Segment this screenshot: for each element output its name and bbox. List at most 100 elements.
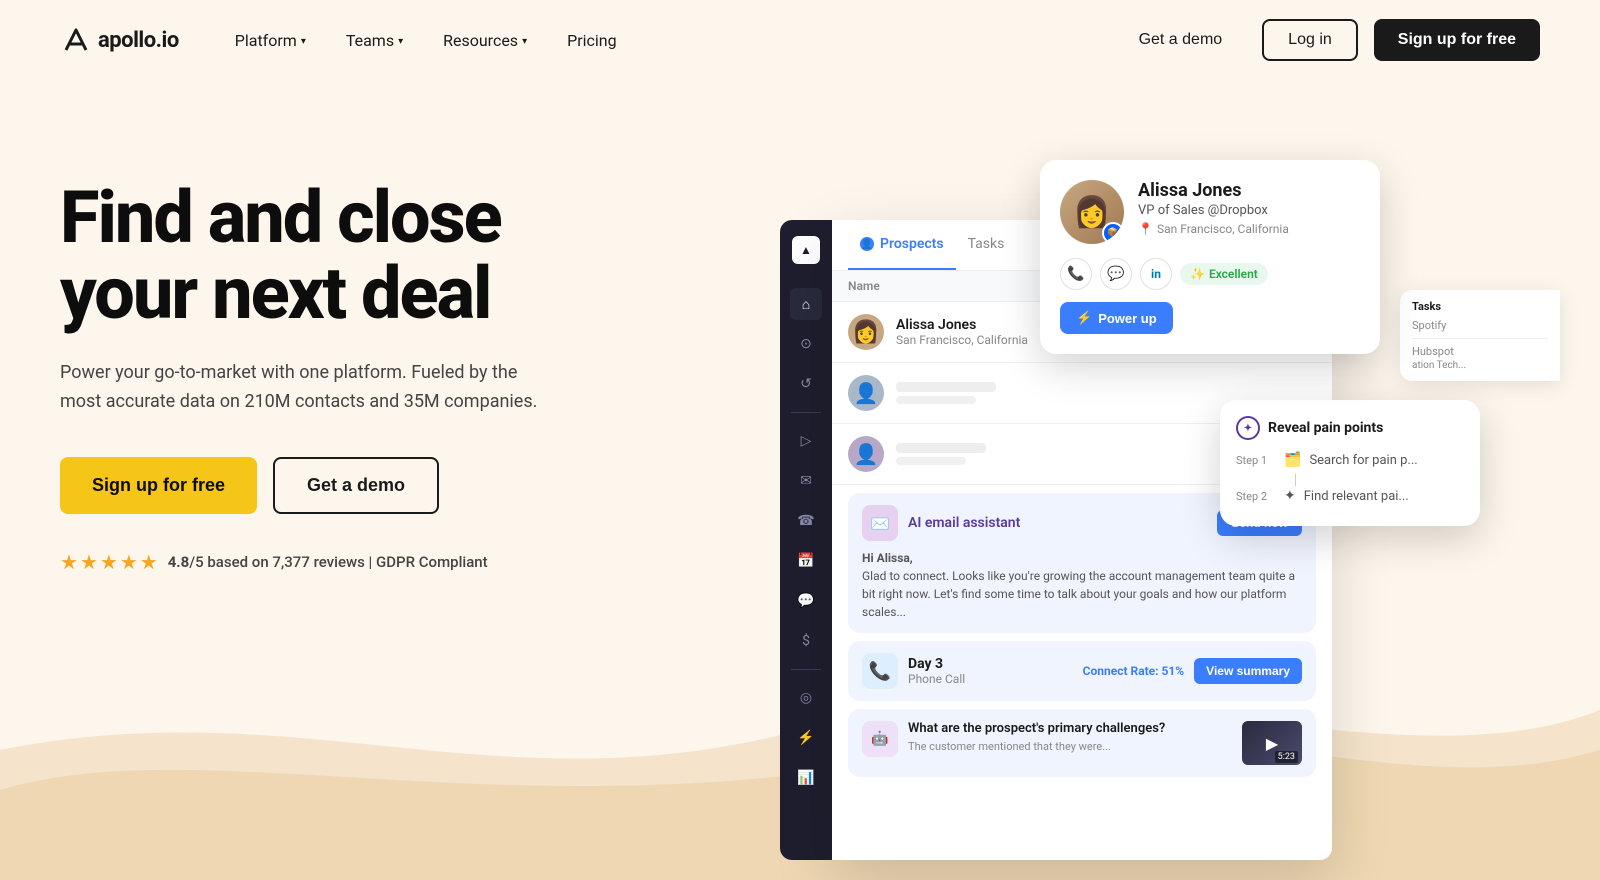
excellent-badge: ✨ Excellent — [1180, 263, 1268, 285]
hero-right: ▲ ⌂ ⊙ ↺ ▷ ✉ ☎ 📅 💬 $ ◎ ⚡ 📊 — [660, 140, 1540, 880]
search-briefcase-icon: 🗂️ — [1284, 452, 1301, 468]
email-greeting: Hi Alissa, — [862, 551, 913, 565]
reveal-step-2: Step 2 ✦ Find relevant pai... — [1236, 488, 1464, 504]
profile-top: 👩 📦 Alissa Jones VP of Sales @Dropbox 📍 … — [1060, 180, 1360, 244]
video-question: What are the prospect's primary challeng… — [908, 721, 1232, 736]
logo-link[interactable]: apollo.io — [60, 24, 179, 56]
app-sidebar: ▲ ⌂ ⊙ ↺ ▷ ✉ ☎ 📅 💬 $ ◎ ⚡ 📊 — [780, 220, 832, 860]
reveal-card: ✦ Reveal pain points Step 1 🗂️ Search fo… — [1220, 400, 1480, 526]
chat-action-icon[interactable]: 💬 — [1100, 258, 1132, 290]
day3-connect-rate: Connect Rate: 51% — [1083, 664, 1185, 678]
day3-info: Day 3 Phone Call — [908, 656, 1073, 686]
sidebar-icon-settings[interactable]: ◎ — [790, 682, 822, 714]
ai-video-icon: 🤖 — [862, 721, 898, 757]
hero-section: Find and close your next deal Power your… — [0, 80, 1600, 880]
contact-loc-2 — [896, 396, 976, 404]
logo-text: apollo.io — [98, 28, 179, 53]
sparkle-icon: ✨ — [1190, 267, 1205, 281]
sparkle-step-icon: ✦ — [1284, 488, 1296, 504]
star-3: ★ — [100, 550, 118, 574]
hero-rating: ★ ★ ★ ★ ★ 4.8/5 based on 7,377 reviews |… — [60, 550, 660, 574]
view-summary-button[interactable]: View summary — [1194, 658, 1302, 684]
app-mockup: ▲ ⌂ ⊙ ↺ ▷ ✉ ☎ 📅 💬 $ ◎ ⚡ 📊 — [780, 160, 1560, 880]
star-4: ★ — [120, 550, 138, 574]
chevron-down-icon: ▾ — [301, 36, 306, 47]
hero-demo-button[interactable]: Get a demo — [273, 457, 439, 514]
task-item-1: Spotify — [1412, 319, 1548, 339]
reveal-step-1: Step 1 🗂️ Search for pain p... — [1236, 452, 1464, 468]
tab-prospects[interactable]: 👤 Prospects — [848, 220, 956, 270]
navbar: apollo.io Platform ▾ Teams ▾ Resources ▾… — [0, 0, 1600, 80]
nav-links: Platform ▾ Teams ▾ Resources ▾ Pricing — [219, 23, 1115, 58]
sidebar-icon-search[interactable]: ⊙ — [790, 328, 822, 360]
power-up-button[interactable]: ⚡ Power up — [1060, 302, 1173, 334]
reveal-circle-icon: ✦ — [1236, 416, 1260, 440]
login-button[interactable]: Log in — [1262, 19, 1358, 61]
right-tasks-panel: Tasks Spotify Hubspotation Tech... — [1400, 290, 1560, 381]
video-section: 🤖 What are the prospect's primary challe… — [848, 709, 1316, 777]
nav-resources[interactable]: Resources ▾ — [427, 23, 543, 58]
hero-left: Find and close your next deal Power your… — [60, 140, 660, 880]
hero-signup-button[interactable]: Sign up for free — [60, 457, 257, 514]
sidebar-icon-calendar[interactable]: 📅 — [790, 545, 822, 577]
phone-action-icon[interactable]: 📞 — [1060, 258, 1092, 290]
star-2: ★ — [80, 550, 98, 574]
sidebar-icon-dollar[interactable]: $ — [790, 625, 822, 657]
rating-value: 4.8 — [168, 553, 190, 571]
task-item-2: Hubspotation Tech... — [1412, 345, 1548, 371]
hero-content: Find and close your next deal Power your… — [60, 140, 1540, 880]
profile-name: Alissa Jones — [1138, 180, 1360, 201]
sidebar-icon-send[interactable]: ▷ — [790, 425, 822, 457]
profile-location: 📍 San Francisco, California — [1138, 222, 1360, 236]
day3-subtitle: Phone Call — [908, 672, 1073, 686]
contact-loc-3 — [896, 457, 966, 465]
prospects-tab-icon: 👤 — [860, 237, 874, 251]
step-2-text: Find relevant pai... — [1304, 489, 1409, 504]
star-rating: ★ ★ ★ ★ ★ — [60, 550, 158, 574]
profile-info: Alissa Jones VP of Sales @Dropbox 📍 San … — [1138, 180, 1360, 244]
power-up-icon: ⚡ — [1076, 310, 1092, 326]
linkedin-action-icon[interactable]: in — [1140, 258, 1172, 290]
logo-icon — [60, 24, 92, 56]
video-content: What are the prospect's primary challeng… — [908, 721, 1232, 753]
sidebar-divider — [791, 412, 821, 413]
sidebar-logo: ▲ — [792, 236, 820, 264]
star-5: ★ — [140, 550, 158, 574]
get-demo-button[interactable]: Get a demo — [1115, 19, 1247, 61]
sidebar-icon-refresh[interactable]: ↺ — [790, 368, 822, 400]
avatar-2: 👤 — [848, 375, 884, 411]
step-2-label: Step 2 — [1236, 490, 1276, 503]
avatar-3: 👤 — [848, 436, 884, 472]
nav-teams[interactable]: Teams ▾ — [330, 23, 419, 58]
sidebar-icon-chart[interactable]: 📊 — [790, 762, 822, 794]
contact-name-3 — [896, 443, 986, 453]
ai-email-icon: ✉️ — [862, 505, 898, 541]
chevron-down-icon: ▾ — [522, 36, 527, 47]
star-1: ★ — [60, 550, 78, 574]
sidebar-divider-2 — [791, 669, 821, 670]
hero-buttons: Sign up for free Get a demo — [60, 457, 660, 514]
tab-tasks[interactable]: Tasks — [956, 220, 1017, 270]
sidebar-icon-chat[interactable]: 💬 — [790, 585, 822, 617]
nav-pricing[interactable]: Pricing — [551, 23, 633, 58]
video-thumbnail[interactable]: ▶ 5:23 — [1242, 721, 1302, 765]
ai-email-label: AI email assistant — [908, 515, 1207, 531]
nav-right: Get a demo Log in Sign up for free — [1115, 19, 1540, 61]
ai-email-body: Hi Alissa, Glad to connect. Looks like y… — [862, 549, 1302, 621]
day3-section: 📞 Day 3 Phone Call Connect Rate: 51% Vie… — [848, 641, 1316, 701]
profile-role: VP of Sales @Dropbox — [1138, 203, 1360, 218]
sidebar-icon-phone[interactable]: ☎ — [790, 505, 822, 537]
signup-button[interactable]: Sign up for free — [1374, 19, 1540, 61]
sidebar-icon-mail[interactable]: ✉ — [790, 465, 822, 497]
tasks-header: Tasks — [1412, 300, 1548, 313]
chevron-down-icon: ▾ — [398, 36, 403, 47]
nav-platform[interactable]: Platform ▾ — [219, 23, 322, 58]
avatar-alissa: 👩 — [848, 314, 884, 350]
sidebar-icon-zap[interactable]: ⚡ — [790, 722, 822, 754]
day3-phone-icon: 📞 — [862, 653, 898, 689]
sidebar-icon-home[interactable]: ⌂ — [790, 288, 822, 320]
video-preview-text: The customer mentioned that they were... — [908, 740, 1232, 753]
hero-title: Find and close your next deal — [60, 180, 660, 331]
location-pin-icon: 📍 — [1138, 222, 1153, 236]
profile-actions: 📞 💬 in ✨ Excellent — [1060, 258, 1360, 290]
